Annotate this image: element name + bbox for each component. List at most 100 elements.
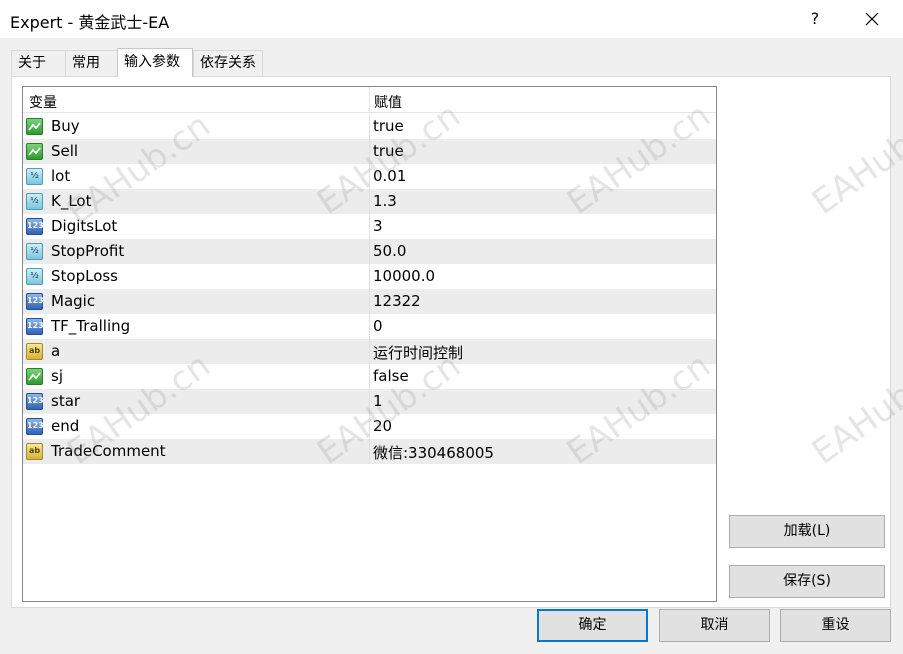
table-row[interactable]: sj false [23, 364, 716, 389]
header-separator [369, 87, 370, 113]
parameter-value[interactable]: 0.01 [373, 167, 406, 185]
parameter-value[interactable]: 1.3 [373, 192, 397, 210]
type-glyph: ½ [30, 196, 39, 205]
string-icon: ab [26, 343, 43, 360]
close-icon [865, 12, 879, 26]
column-separator [369, 189, 370, 214]
table-row[interactable]: 123 Magic 12322 [23, 289, 716, 314]
parameter-value[interactable]: true [373, 117, 404, 135]
type-glyph: ½ [30, 171, 39, 180]
table-row[interactable]: ½ StopLoss 10000.0 [23, 264, 716, 289]
table-row[interactable]: 123 end 20 [23, 414, 716, 439]
type-glyph: 123 [27, 321, 44, 330]
header-value[interactable]: 赋值 [374, 92, 402, 112]
column-separator [369, 339, 370, 364]
table-row[interactable]: ab a 运行时间控制 [23, 339, 716, 364]
parameter-name: lot [51, 167, 71, 185]
bool-icon [26, 118, 43, 135]
int-icon: 123 [26, 418, 44, 435]
tab-dependencies[interactable]: 依存关系 [193, 50, 263, 76]
table-row[interactable]: Sell true [23, 139, 716, 164]
reset-button[interactable]: 重设 [780, 609, 891, 642]
type-glyph: ab [28, 346, 41, 355]
type-glyph: ab [28, 446, 41, 455]
column-separator [369, 264, 370, 289]
parameter-value[interactable]: 0 [373, 317, 383, 335]
table-row[interactable]: 123 DigitsLot 3 [23, 214, 716, 239]
table-row[interactable]: 123 star 1 [23, 389, 716, 414]
type-glyph: 123 [27, 396, 44, 405]
parameter-name: Magic [51, 292, 96, 310]
parameter-value[interactable]: false [373, 367, 409, 385]
close-button[interactable] [856, 4, 888, 34]
ok-button[interactable]: 确定 [537, 609, 648, 642]
column-separator [369, 239, 370, 264]
parameter-name: star [51, 392, 81, 410]
parameter-name: StopProfit [51, 242, 125, 260]
bool-icon [26, 368, 43, 385]
list-header: 变量 赋值 [23, 87, 716, 113]
column-separator [369, 314, 370, 339]
parameter-value[interactable]: 运行时间控制 [373, 342, 463, 363]
save-button[interactable]: 保存(S) [729, 565, 885, 598]
type-glyph: ½ [30, 271, 39, 280]
parameter-value[interactable]: 微信:330468005 [373, 442, 494, 463]
int-icon: 123 [26, 393, 44, 410]
double-icon: ½ [26, 168, 43, 185]
parameter-value[interactable]: 20 [373, 417, 392, 435]
string-icon: ab [26, 443, 43, 460]
parameter-name: Buy [51, 117, 80, 135]
parameter-name: Sell [51, 142, 79, 160]
column-separator [369, 164, 370, 189]
tab-common[interactable]: 常用 [65, 50, 118, 76]
table-row[interactable]: ½ K_Lot 1.3 [23, 189, 716, 214]
parameter-name: a [51, 342, 61, 360]
parameter-name: TF_Tralling [51, 317, 131, 335]
parameter-value[interactable]: 10000.0 [373, 267, 435, 285]
parameter-value[interactable]: 1 [373, 392, 383, 410]
tab-inputs[interactable]: 输入参数 [117, 48, 193, 77]
table-row[interactable]: ½ StopProfit 50.0 [23, 239, 716, 264]
parameter-name: TradeComment [51, 442, 166, 460]
double-icon: ½ [26, 268, 43, 285]
parameter-value[interactable]: 3 [373, 217, 383, 235]
help-button[interactable]: ? [800, 4, 830, 34]
double-icon: ½ [26, 193, 43, 210]
column-separator [369, 389, 370, 414]
parameter-name: end [51, 417, 80, 435]
column-separator [369, 289, 370, 314]
title-bar: Expert - 黄金武士-EA ? [0, 0, 903, 38]
int-icon: 123 [26, 293, 44, 310]
tab-about[interactable]: 关于 [11, 50, 66, 76]
type-glyph: 123 [27, 221, 44, 230]
int-icon: 123 [26, 218, 44, 235]
parameter-list[interactable]: 变量 赋值 Buy true Sell true ½ lot 0.01 ½ K_Lot 1.3 12… [22, 86, 717, 602]
parameter-name: K_Lot [51, 192, 92, 210]
parameter-value[interactable]: true [373, 142, 404, 160]
type-glyph: 123 [27, 296, 44, 305]
parameter-name: DigitsLot [51, 217, 118, 235]
parameter-name: sj [51, 367, 63, 385]
column-separator [369, 214, 370, 239]
parameter-value[interactable]: 12322 [373, 292, 421, 310]
column-separator [369, 139, 370, 164]
type-glyph: 123 [27, 421, 44, 430]
column-separator [369, 414, 370, 439]
column-separator [369, 114, 370, 139]
table-row[interactable]: ½ lot 0.01 [23, 164, 716, 189]
window-title: Expert - 黄金武士-EA [10, 13, 170, 32]
table-row[interactable]: 123 TF_Tralling 0 [23, 314, 716, 339]
bool-icon [26, 143, 43, 160]
load-button[interactable]: 加载(L) [729, 515, 885, 548]
parameter-name: StopLoss [51, 267, 119, 285]
table-row[interactable]: ab TradeComment 微信:330468005 [23, 439, 716, 464]
column-separator [369, 439, 370, 464]
parameter-value[interactable]: 50.0 [373, 242, 406, 260]
header-variable[interactable]: 变量 [29, 92, 57, 112]
int-icon: 123 [26, 318, 44, 335]
double-icon: ½ [26, 243, 43, 260]
type-glyph: ½ [30, 246, 39, 255]
cancel-button[interactable]: 取消 [659, 609, 770, 642]
column-separator [369, 364, 370, 389]
table-row[interactable]: Buy true [23, 114, 716, 139]
